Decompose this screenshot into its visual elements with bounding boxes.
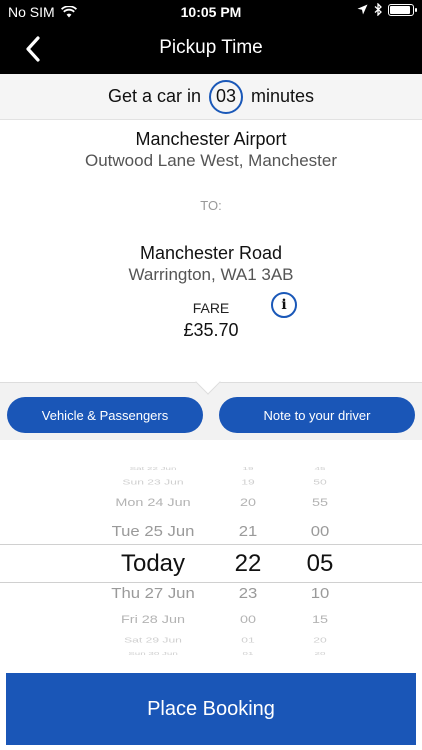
picker-minute: 10 — [310, 584, 330, 602]
status-bar: No SIM 10:05 PM — [0, 0, 422, 24]
picker-day: Today — [120, 549, 186, 577]
picker-minute: 00 — [310, 522, 330, 540]
bluetooth-icon — [374, 3, 382, 16]
picker-day: Fri 28 Jun — [121, 613, 185, 626]
picker-hour: 21 — [238, 522, 258, 540]
eta-minutes: 03 — [215, 86, 237, 106]
picker-day: Tue 25 Jun — [111, 522, 195, 540]
picker-minute: 05 — [306, 549, 334, 577]
dropoff-address: Warrington, WA1 3AB — [128, 265, 294, 284]
eta-minutes-badge: 03 — [209, 79, 243, 114]
eta-row: Get a car in 03 minutes — [0, 74, 422, 120]
picker-minute: 50 — [313, 477, 327, 487]
picker-day: Sat 29 Jun — [124, 635, 182, 645]
place-booking-button[interactable]: Place Booking — [6, 673, 416, 745]
fare-block: FARE £35.70 — [0, 300, 422, 341]
picker-selection-line-top — [0, 544, 422, 545]
fare-info-button[interactable]: i — [271, 292, 297, 318]
fare-label: FARE — [192, 300, 230, 316]
eta-suffix: minutes — [251, 86, 315, 106]
battery-icon — [388, 3, 417, 16]
pickup-time-picker[interactable]: Sat 22 Jun 19 45 Sun 23 Jun 19 50 Mon 24 Jun 20… — [0, 440, 422, 672]
picker-hour: 20 — [239, 496, 257, 509]
picker-day: Sun 30 Jun — [128, 650, 178, 656]
picker-hour: 00 — [239, 613, 257, 626]
picker-selection-line-bottom — [0, 582, 422, 583]
dropoff-name: Manchester Road — [139, 243, 283, 263]
vehicle-passengers-button[interactable]: Vehicle & Passengers — [7, 397, 203, 433]
picker-hour: 22 — [234, 549, 262, 577]
pickup-address: Outwood Lane West, Manchester — [85, 151, 337, 170]
picker-minute: 20 — [314, 650, 326, 656]
driver-note-button[interactable]: Note to your driver — [219, 397, 415, 433]
picker-minute: 20 — [313, 635, 327, 645]
info-icon: i — [281, 297, 287, 313]
dropoff-location[interactable]: Manchester Road Warrington, WA1 3AB — [0, 243, 422, 285]
picker-day: Thu 27 Jun — [111, 584, 195, 602]
nav-bar: Pickup Time — [0, 24, 422, 74]
picker-hour: 01 — [241, 635, 255, 645]
eta-prefix: Get a car in — [107, 86, 201, 106]
picker-minute: 15 — [311, 613, 329, 626]
pickup-location[interactable]: Manchester Airport Outwood Lane West, Ma… — [0, 129, 422, 171]
picker-hour: 19 — [242, 465, 254, 471]
picker-hour: 23 — [238, 584, 258, 602]
picker-hour: 01 — [242, 650, 254, 656]
to-label: TO: — [200, 198, 222, 213]
picker-day: Mon 24 Jun — [115, 496, 191, 509]
pickup-name: Manchester Airport — [135, 129, 287, 149]
fare-value: £35.70 — [183, 320, 239, 340]
status-right — [357, 3, 417, 16]
picker-hour: 19 — [241, 477, 255, 487]
page-title: Pickup Time — [159, 37, 263, 58]
picker-minute: 55 — [311, 496, 329, 509]
picker-day: Sat 22 Jun — [129, 465, 177, 471]
picker-day: Sun 23 Jun — [122, 477, 184, 487]
location-arrow-icon — [357, 4, 368, 15]
picker-minute: 45 — [314, 465, 326, 471]
battery-level — [390, 5, 410, 14]
